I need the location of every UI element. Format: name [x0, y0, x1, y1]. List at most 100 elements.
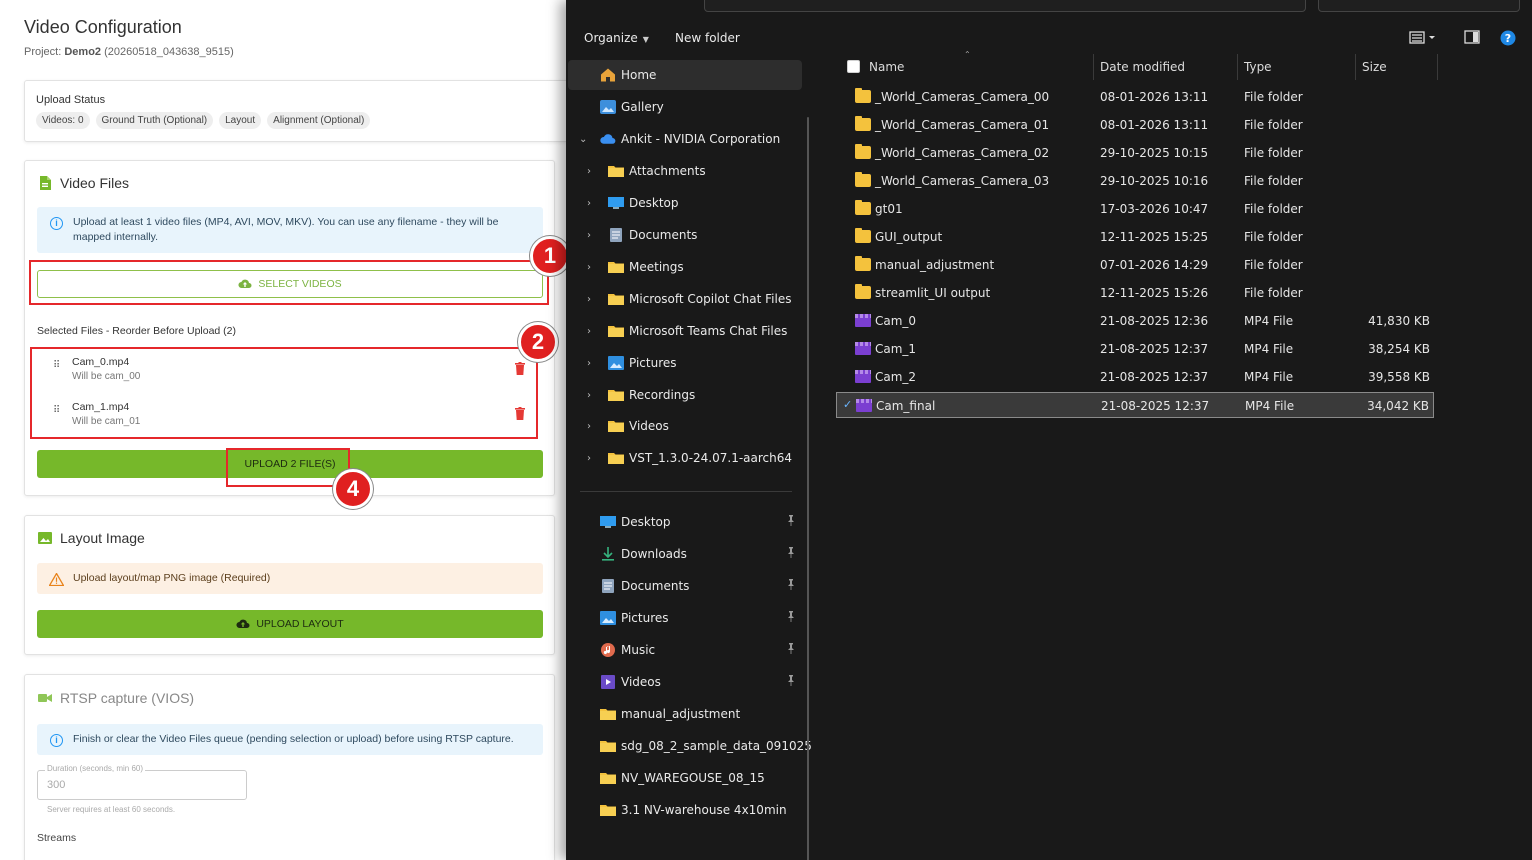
chevron-right-icon[interactable]: ›: [587, 198, 591, 209]
file-row-gt01[interactable]: gt01 17-03-2026 10:47 File folder: [836, 196, 1434, 222]
chevron-right-icon[interactable]: ›: [587, 453, 591, 464]
chevron-right-icon[interactable]: ›: [587, 326, 591, 337]
nav-item-attachments[interactable]: › Attachments: [568, 156, 802, 186]
file-row-manual-adjustment[interactable]: manual_adjustment 07-01-2026 14:29 File fo…: [836, 252, 1434, 278]
column-divider[interactable]: [1355, 54, 1356, 80]
preview-pane-button[interactable]: [1464, 30, 1480, 47]
nav-item-documents[interactable]: Documents: [568, 571, 802, 601]
select-all-checkbox[interactable]: [847, 60, 860, 73]
column-divider[interactable]: [1237, 54, 1238, 80]
column-name[interactable]: Name: [869, 60, 904, 74]
nav-item-downloads[interactable]: Downloads: [568, 539, 802, 569]
annotation-badge-4: 4: [333, 469, 373, 509]
file-row-world-cameras-camera-00[interactable]: _World_Cameras_Camera_00 08-01-2026 13:11…: [836, 84, 1434, 110]
nav-item-gallery[interactable]: Gallery: [568, 92, 802, 122]
file-type: File folder: [1244, 258, 1303, 272]
chip-alignment: Alignment (Optional): [267, 112, 371, 129]
nav-item-videos[interactable]: › Videos: [568, 411, 802, 441]
chevron-right-icon[interactable]: ›: [587, 230, 591, 241]
search-box[interactable]: [1318, 0, 1520, 12]
column-size[interactable]: Size: [1362, 60, 1387, 74]
folder-icon: [608, 324, 624, 338]
nav-item-sdg-08-2-sample-data-091025[interactable]: sdg_08_2_sample_data_091025: [568, 731, 812, 761]
nav-item-microsoft-copilot-chat-files[interactable]: › Microsoft Copilot Chat Files: [568, 284, 802, 314]
column-divider[interactable]: [1437, 54, 1438, 80]
help-icon: ?: [1500, 30, 1516, 46]
nav-item-nv-waregouse-08-15[interactable]: NV_WAREGOUSE_08_15: [568, 763, 802, 793]
pin-icon[interactable]: [786, 547, 796, 561]
file-type: MP4 File: [1245, 399, 1295, 413]
annotation-box-select: [29, 260, 549, 305]
nav-item-music[interactable]: Music: [568, 635, 802, 665]
chevron-right-icon[interactable]: ›: [587, 358, 591, 369]
upload-layout-button[interactable]: UPLOAD LAYOUT: [37, 610, 543, 638]
folder-icon: [600, 771, 616, 785]
column-date-modified[interactable]: Date modified: [1100, 60, 1185, 74]
nav-item-manual-adjustment[interactable]: manual_adjustment: [568, 699, 802, 729]
file-row-world-cameras-camera-03[interactable]: _World_Cameras_Camera_03 29-10-2025 10:16…: [836, 168, 1434, 194]
file-date-modified: 21-08-2025 12:36: [1100, 314, 1209, 328]
chevron-right-icon[interactable]: ›: [587, 166, 591, 177]
nav-item-label: Videos: [621, 675, 661, 689]
folder-icon: [600, 739, 616, 753]
chevron-down-icon: ▼: [642, 35, 649, 44]
nav-item-meetings[interactable]: › Meetings: [568, 252, 802, 282]
help-button[interactable]: ?: [1500, 30, 1516, 49]
project-label: Project:: [24, 46, 62, 58]
video-file-icon: [855, 370, 871, 383]
nav-item-onedrive[interactable]: ⌄ Ankit - NVIDIA Corporation: [568, 124, 802, 154]
file-row-cam-2[interactable]: Cam_2 21-08-2025 12:37 MP4 File 39,558 KB: [836, 364, 1434, 390]
chevron-right-icon[interactable]: ›: [587, 421, 591, 432]
nav-scrollbar[interactable]: [807, 117, 809, 860]
nav-item-recordings[interactable]: › Recordings: [568, 380, 802, 410]
file-row-cam-0[interactable]: Cam_0 21-08-2025 12:36 MP4 File 41,830 KB: [836, 308, 1434, 334]
chevron-right-icon[interactable]: ›: [587, 262, 591, 273]
column-type[interactable]: Type: [1244, 60, 1272, 74]
nav-item-label: Pictures: [629, 356, 677, 370]
duration-input[interactable]: [37, 770, 247, 800]
nav-item-videos[interactable]: Videos: [568, 667, 802, 697]
file-name: Cam_1: [875, 342, 917, 356]
nav-item-3-1-nv-warehouse-4x10min[interactable]: 3.1 NV-warehouse 4x10min: [568, 795, 802, 825]
pin-icon[interactable]: [786, 515, 796, 529]
column-divider[interactable]: [1093, 54, 1094, 80]
nav-item-label: Microsoft Copilot Chat Files: [629, 292, 792, 306]
nav-item-vst-1-3-0-24-07-1-aarch64[interactable]: › VST_1.3.0-24.07.1-aarch64: [568, 443, 802, 473]
nav-item-home[interactable]: Home: [568, 60, 802, 90]
organize-menu[interactable]: Organize ▼: [584, 31, 649, 45]
annotation-badge-2: 2: [518, 322, 558, 362]
pin-icon[interactable]: [786, 579, 796, 593]
file-row-gui-output[interactable]: GUI_output 12-11-2025 15:25 File folder: [836, 224, 1434, 250]
address-bar[interactable]: [704, 0, 1306, 12]
file-row-cam-1[interactable]: Cam_1 21-08-2025 12:37 MP4 File 38,254 KB: [836, 336, 1434, 362]
annotation-box-files: [30, 347, 538, 439]
nav-item-documents[interactable]: › Documents: [568, 220, 802, 250]
nav-item-desktop[interactable]: Desktop: [568, 507, 802, 537]
nav-item-label: Recordings: [629, 388, 696, 402]
nav-item-label: Desktop: [629, 196, 679, 210]
file-row-world-cameras-camera-02[interactable]: _World_Cameras_Camera_02 29-10-2025 10:15…: [836, 140, 1434, 166]
nav-item-pictures[interactable]: Pictures: [568, 603, 802, 633]
view-options-button[interactable]: [1409, 30, 1435, 47]
file-type: MP4 File: [1244, 342, 1294, 356]
nav-item-label: Videos: [629, 419, 669, 433]
video-camera-icon: [38, 694, 52, 702]
nav-item-desktop[interactable]: › Desktop: [568, 188, 802, 218]
chevron-right-icon[interactable]: ›: [587, 294, 591, 305]
pin-icon[interactable]: [786, 675, 796, 689]
new-folder-button[interactable]: New folder: [675, 31, 740, 45]
pin-icon[interactable]: [786, 611, 796, 625]
row-checkbox[interactable]: ✓: [843, 398, 852, 411]
file-row-streamlit-ui-output[interactable]: streamlit_UI output 12-11-2025 15:26 File …: [836, 280, 1434, 306]
file-row-world-cameras-camera-01[interactable]: _World_Cameras_Camera_01 08-01-2026 13:11…: [836, 112, 1434, 138]
pictures-icon: [600, 611, 616, 625]
nav-item-label: Documents: [629, 228, 698, 242]
videos-icon: [600, 675, 616, 689]
chevron-right-icon[interactable]: ›: [587, 390, 591, 401]
folder-icon: [855, 116, 871, 131]
file-row-cam-final[interactable]: ✓ Cam_final 21-08-2025 12:37 MP4 File 34,042…: [836, 392, 1434, 418]
folder-icon: [855, 200, 871, 215]
nav-item-pictures[interactable]: › Pictures: [568, 348, 802, 378]
nav-item-microsoft-teams-chat-files[interactable]: › Microsoft Teams Chat Files: [568, 316, 802, 346]
pin-icon[interactable]: [786, 643, 796, 657]
